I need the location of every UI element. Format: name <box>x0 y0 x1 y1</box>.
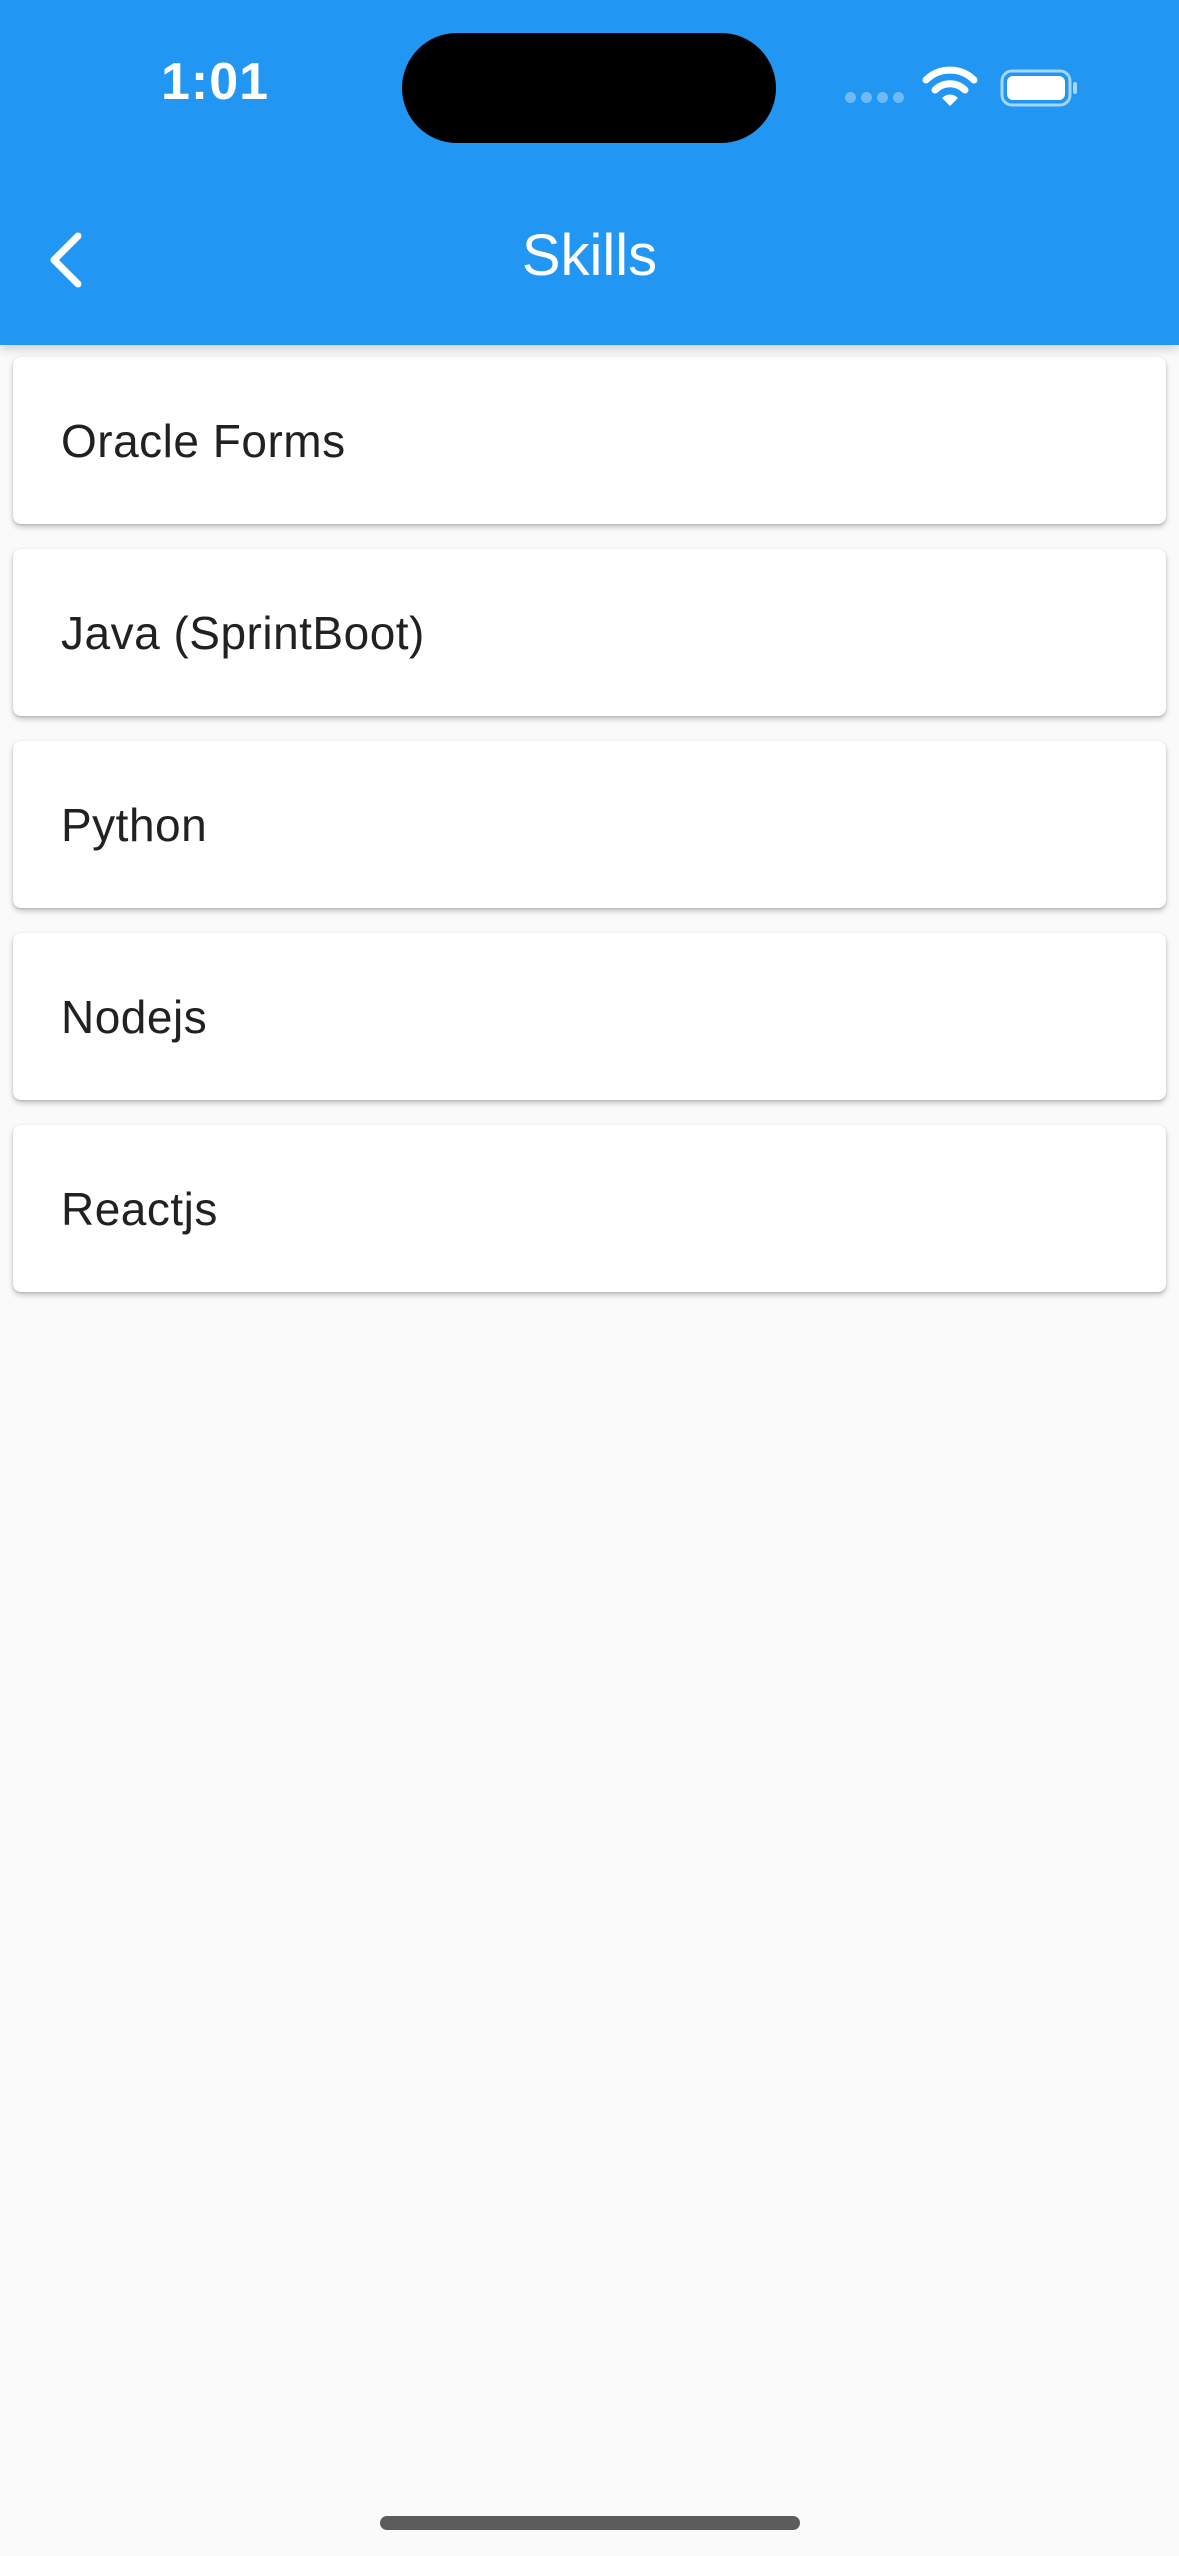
page-title: Skills <box>521 223 658 288</box>
skill-item-oracle-forms[interactable]: Oracle Forms <box>13 357 1166 524</box>
skills-list: Oracle Forms Java (SprintBoot) Python No… <box>13 357 1166 1317</box>
app-bar: 1:01 Skills <box>0 0 1179 345</box>
skill-label: Python <box>61 798 208 851</box>
wifi-icon <box>922 64 978 110</box>
home-indicator[interactable] <box>380 2516 800 2530</box>
battery-icon <box>1000 68 1080 108</box>
skill-item-python[interactable]: Python <box>13 741 1166 908</box>
status-time: 1:01 <box>160 53 270 111</box>
skill-label: Java (SprintBoot) <box>61 606 425 659</box>
skill-label: Nodejs <box>61 990 208 1043</box>
skill-label: Reactjs <box>61 1182 218 1235</box>
skill-item-reactjs[interactable]: Reactjs <box>13 1125 1166 1292</box>
skill-label: Oracle Forms <box>61 414 346 467</box>
dynamic-island <box>402 33 776 143</box>
cellular-signal-icon <box>845 92 905 106</box>
skill-item-java[interactable]: Java (SprintBoot) <box>13 549 1166 716</box>
skill-item-nodejs[interactable]: Nodejs <box>13 933 1166 1100</box>
